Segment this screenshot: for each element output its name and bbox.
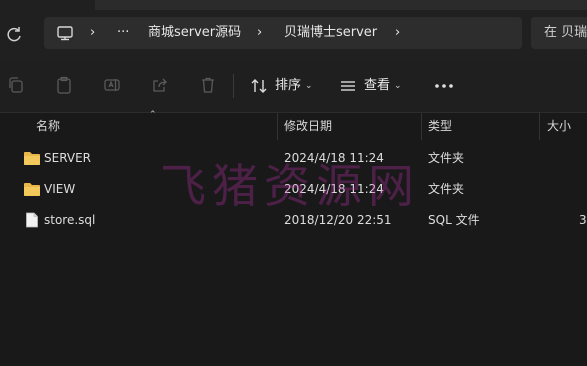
file-icon <box>26 212 38 228</box>
file-modified: 2024/4/18 11:24 <box>284 182 384 196</box>
breadcrumb-item-current[interactable]: 贝瑞博士server <box>284 17 377 49</box>
column-header: ⌃ 名称 修改日期 类型 大小 <box>0 110 587 140</box>
refresh-icon[interactable] <box>4 25 24 45</box>
column-name[interactable]: 名称 <box>36 113 60 140</box>
sort-label: 排序 <box>275 78 302 93</box>
column-divider[interactable] <box>277 113 278 140</box>
column-divider[interactable] <box>539 113 540 140</box>
title-strip <box>0 0 587 12</box>
this-pc-icon[interactable] <box>56 25 74 41</box>
sort-button[interactable]: 排序 ⌄ <box>250 74 320 98</box>
chevron-down-icon: ⌄ <box>394 81 402 91</box>
view-label: 查看 <box>364 78 391 93</box>
paste-icon[interactable] <box>55 76 73 94</box>
column-type[interactable]: 类型 <box>428 113 452 140</box>
file-row[interactable]: store.sql 2018/12/20 22:51 SQL 文件 3 <box>0 205 587 236</box>
command-bar: 排序 ⌄ 查看 ⌄ <box>0 60 587 113</box>
breadcrumb-separator[interactable]: › <box>257 17 262 49</box>
sort-icon <box>251 79 267 93</box>
chevron-down-icon: ⌄ <box>305 81 313 91</box>
breadcrumb[interactable]: › ··· 商城server源码 › 贝瑞博士server › <box>44 17 522 49</box>
folder-icon <box>24 183 40 196</box>
file-modified: 2024/4/18 11:24 <box>284 151 384 165</box>
file-row[interactable]: VIEW 2024/4/18 11:24 文件夹 <box>0 174 587 205</box>
file-type: SQL 文件 <box>428 213 480 227</box>
share-icon[interactable] <box>151 76 169 94</box>
file-name: VIEW <box>44 182 76 196</box>
file-type: 文件夹 <box>428 182 465 196</box>
more-options-icon[interactable] <box>433 76 455 96</box>
file-modified: 2018/12/20 22:51 <box>284 213 392 227</box>
copy-icon[interactable] <box>7 76 25 94</box>
file-size: 3 <box>579 213 587 227</box>
breadcrumb-separator[interactable]: › <box>90 17 95 49</box>
breadcrumb-separator[interactable]: › <box>395 17 400 49</box>
column-size[interactable]: 大小 <box>547 113 571 140</box>
file-row[interactable]: SERVER 2024/4/18 11:24 文件夹 <box>0 143 587 174</box>
column-modified[interactable]: 修改日期 <box>284 113 332 140</box>
window-tab[interactable] <box>95 0 587 10</box>
address-bar: › ··· 商城server源码 › 贝瑞博士server › 在 贝瑞 <box>0 12 587 60</box>
view-button[interactable]: 查看 ⌄ <box>339 74 409 98</box>
sort-ascending-icon: ⌃ <box>149 110 157 120</box>
breadcrumb-item-source[interactable]: 商城server源码 <box>148 17 241 49</box>
search-input[interactable]: 在 贝瑞 <box>531 17 587 49</box>
delete-icon[interactable] <box>199 76 217 94</box>
breadcrumb-overflow[interactable]: ··· <box>117 17 129 49</box>
file-type: 文件夹 <box>428 151 465 165</box>
file-name: store.sql <box>44 213 96 227</box>
view-list-icon <box>341 81 355 91</box>
column-divider[interactable] <box>421 113 422 140</box>
toolbar-divider <box>233 74 234 98</box>
folder-icon <box>24 152 40 165</box>
file-name: SERVER <box>44 151 92 165</box>
rename-icon[interactable] <box>103 76 121 94</box>
